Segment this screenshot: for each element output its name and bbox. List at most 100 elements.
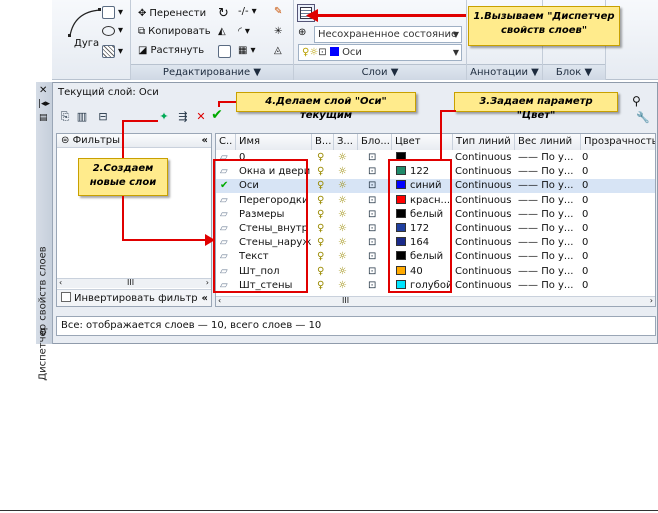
lock-icon[interactable]: ⊡ bbox=[368, 152, 376, 163]
arc-icon[interactable] bbox=[66, 6, 104, 40]
erase-button[interactable]: ✎ bbox=[274, 6, 282, 17]
lock-icon[interactable]: ⊡ bbox=[368, 251, 376, 262]
offset-button[interactable]: ◬ bbox=[274, 45, 282, 56]
layer-cell: —— По у... bbox=[518, 250, 573, 264]
fillet-button[interactable]: ◜ ▾ bbox=[238, 26, 250, 37]
new-layer-icon[interactable]: ✦ bbox=[157, 110, 171, 124]
close-icon[interactable]: ✕ bbox=[39, 85, 47, 96]
lock-icon[interactable]: ⊡ bbox=[368, 223, 376, 234]
lineweight-line: —— bbox=[518, 237, 538, 249]
copy-button[interactable]: ⧉ Копировать bbox=[138, 26, 211, 37]
column-header[interactable]: Вес линий bbox=[515, 134, 581, 150]
scroll-left-icon[interactable]: ‹ bbox=[59, 278, 62, 287]
collapse-icon[interactable]: « bbox=[202, 290, 208, 307]
lock-icon[interactable]: ⊡ bbox=[368, 209, 376, 220]
layer-linetype: Continuous bbox=[455, 166, 512, 178]
edit-panel-title[interactable]: Редактирование ▼ bbox=[131, 64, 293, 80]
filters-header: ⊜ Фильтры « bbox=[57, 134, 211, 148]
layer-cell: ⊡ bbox=[368, 279, 376, 293]
autohide-icon[interactable]: |◂▸ bbox=[38, 99, 50, 109]
new-filter-icon[interactable]: ⎘ bbox=[58, 110, 72, 124]
properties-icon[interactable]: ▤ bbox=[39, 113, 48, 123]
layer-combo[interactable]: ♀☼⊡ Оси ▼ bbox=[298, 44, 462, 61]
column-header[interactable]: Бло... bbox=[358, 134, 392, 150]
ellipse-button[interactable]: ▾ bbox=[102, 25, 123, 36]
rotate-button[interactable]: ↻ bbox=[218, 6, 229, 21]
layer-linetype: Continuous bbox=[455, 251, 512, 263]
state-manager-icon[interactable]: ⊟ bbox=[96, 110, 110, 124]
callout-4: 4.Делаем слой "Оси" текущим bbox=[236, 92, 416, 121]
trim-button[interactable]: -/- ▾ bbox=[238, 6, 257, 17]
lightbulb-icon[interactable]: ♀ bbox=[317, 280, 324, 291]
sun-icon[interactable]: ☼ bbox=[338, 251, 347, 262]
chevron-down-icon: ▼ bbox=[452, 30, 459, 39]
lightbulb-icon[interactable]: ♀ bbox=[317, 180, 324, 191]
rectangle-button[interactable]: ▾ bbox=[102, 6, 123, 19]
scroll-thumb[interactable]: III bbox=[342, 296, 349, 305]
set-current-icon[interactable]: ✔ bbox=[210, 108, 224, 122]
search-icon[interactable]: ⚲ bbox=[632, 94, 641, 108]
arrow-line bbox=[122, 120, 124, 158]
group-filter-icon[interactable]: ▥ bbox=[75, 110, 89, 124]
layer-cell: ♀ bbox=[317, 250, 324, 264]
scroll-left-icon[interactable]: ‹ bbox=[218, 296, 221, 305]
lightbulb-icon[interactable]: ♀ bbox=[317, 223, 324, 234]
column-header[interactable]: Цвет bbox=[392, 134, 453, 150]
collapse-icon[interactable]: « bbox=[202, 134, 208, 148]
column-header[interactable]: Имя bbox=[236, 134, 312, 150]
move-button[interactable]: ✥ Перенести bbox=[138, 8, 206, 19]
hatch-button[interactable]: ▾ bbox=[102, 45, 123, 58]
sun-icon[interactable]: ☼ bbox=[338, 223, 347, 234]
sun-icon[interactable]: ☼ bbox=[338, 152, 347, 163]
lightbulb-icon[interactable]: ♀ bbox=[317, 152, 324, 163]
settings-icon[interactable]: ⚙ bbox=[39, 328, 47, 338]
scroll-right-icon[interactable]: › bbox=[650, 296, 653, 305]
column-header[interactable]: С.. bbox=[216, 134, 236, 150]
lightbulb-icon[interactable]: ♀ bbox=[317, 266, 324, 277]
lock-icon[interactable]: ⊡ bbox=[368, 266, 376, 277]
scroll-right-icon[interactable]: › bbox=[206, 278, 209, 287]
arc-button[interactable]: Дуга bbox=[74, 38, 99, 49]
stretch-button[interactable]: ◪ Растянуть bbox=[138, 45, 204, 56]
array-button[interactable]: ▦ ▾ bbox=[238, 45, 255, 56]
lock-icon[interactable]: ⊡ bbox=[368, 195, 376, 206]
sun-icon[interactable]: ☼ bbox=[338, 237, 347, 248]
column-header[interactable]: Тип линий bbox=[453, 134, 515, 150]
scroll-thumb[interactable]: III bbox=[127, 278, 134, 287]
layer-state-combo[interactable]: Несохраненное состояние листа▼ bbox=[314, 26, 462, 55]
layer-cell: ☼ bbox=[338, 236, 347, 250]
mirror-button[interactable]: ◭ bbox=[218, 26, 226, 37]
annotations-panel-title[interactable]: Аннотации ▼ bbox=[467, 64, 542, 80]
lightbulb-icon[interactable]: ♀ bbox=[317, 251, 324, 262]
layer-cell: ⊡ bbox=[368, 151, 376, 165]
grid-scrollbar[interactable]: ‹ III › bbox=[216, 296, 655, 306]
scale-button[interactable] bbox=[218, 45, 231, 58]
dialog-title-bar[interactable]: ✕ |◂▸ ▤ Диспетчер свойств слоев ⚙ bbox=[36, 82, 53, 381]
lock-icon[interactable]: ⊡ bbox=[368, 280, 376, 291]
layers-panel-title[interactable]: Слои ▼ bbox=[294, 64, 466, 80]
layer-cell: ♀ bbox=[317, 236, 324, 250]
sun-icon[interactable]: ☼ bbox=[338, 166, 347, 177]
sun-icon[interactable]: ☼ bbox=[338, 266, 347, 277]
delete-layer-icon[interactable]: ✕ bbox=[194, 110, 208, 124]
column-header[interactable]: Прозрачность bbox=[581, 134, 655, 150]
lightbulb-icon[interactable]: ♀ bbox=[317, 209, 324, 220]
invert-filter-checkbox[interactable] bbox=[61, 292, 71, 302]
lightbulb-icon[interactable]: ♀ bbox=[317, 237, 324, 248]
sun-icon[interactable]: ☼ bbox=[338, 280, 347, 291]
explode-button[interactable]: ✳ bbox=[274, 26, 282, 37]
lock-icon[interactable]: ⊡ bbox=[368, 237, 376, 248]
sun-icon[interactable]: ☼ bbox=[338, 195, 347, 206]
lightbulb-icon[interactable]: ♀ bbox=[317, 195, 324, 206]
column-header[interactable]: З... bbox=[334, 134, 358, 150]
lock-icon[interactable]: ⊡ bbox=[368, 180, 376, 191]
sun-icon[interactable]: ☼ bbox=[338, 209, 347, 220]
block-panel-title[interactable]: Блок ▼ bbox=[543, 64, 605, 80]
column-header[interactable]: В... bbox=[312, 134, 334, 150]
wrench-icon[interactable]: 🔧 bbox=[636, 111, 650, 124]
lock-icon[interactable]: ⊡ bbox=[368, 166, 376, 177]
sun-icon[interactable]: ☼ bbox=[338, 180, 347, 191]
lightbulb-icon[interactable]: ♀ bbox=[317, 166, 324, 177]
new-vp-layer-icon[interactable]: ⇶ bbox=[176, 110, 190, 124]
filters-scrollbar[interactable]: ‹ III › bbox=[57, 278, 211, 288]
